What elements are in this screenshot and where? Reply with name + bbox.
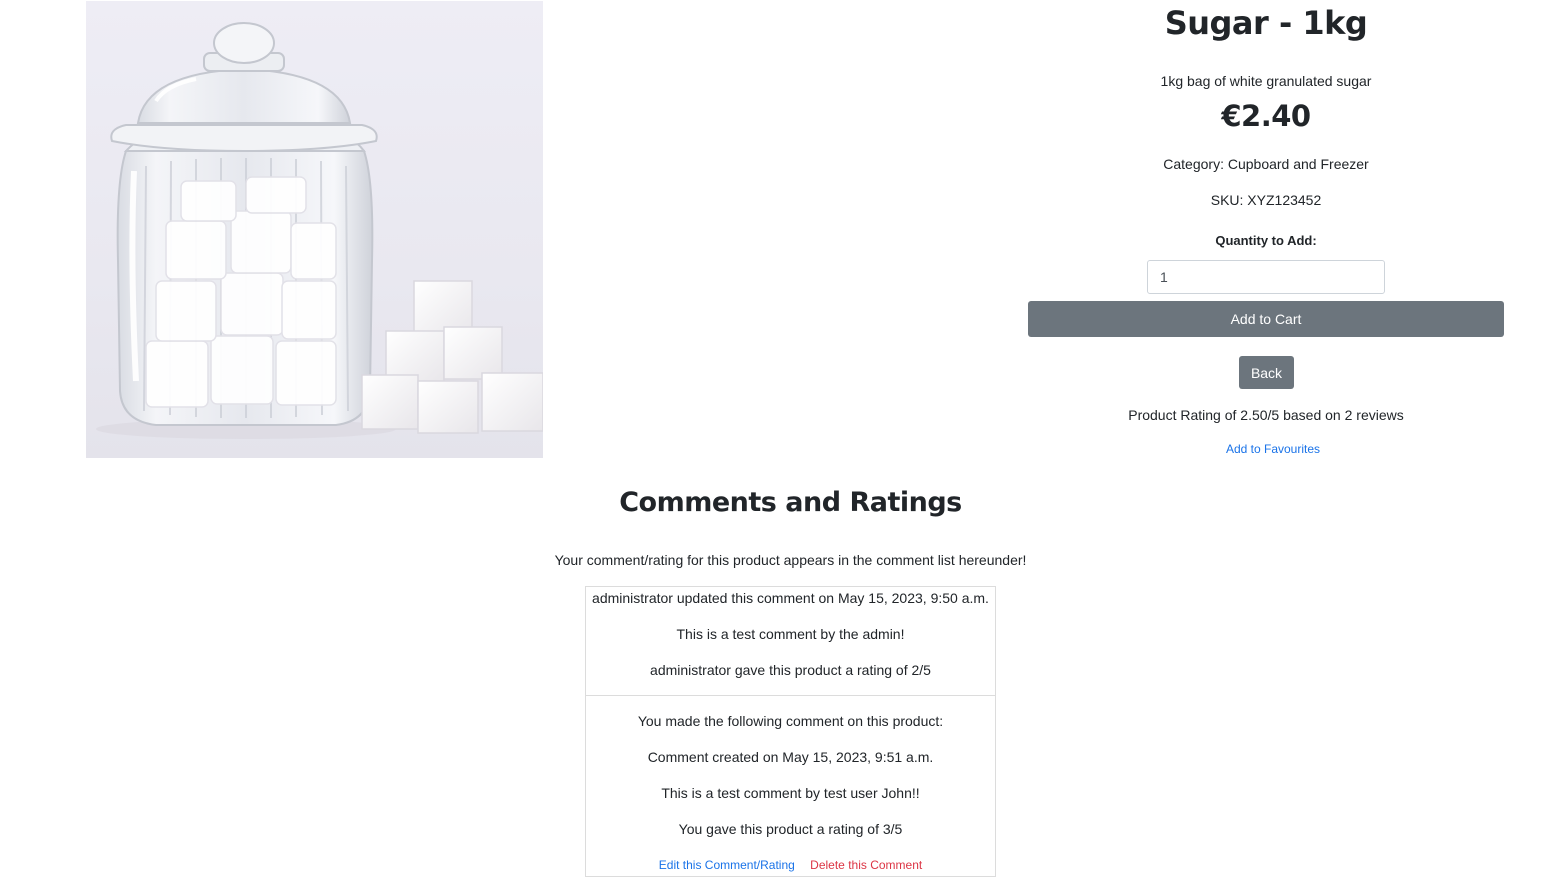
product-price: €2.40 xyxy=(1221,99,1311,133)
product-detail-page: Sugar - 1kg 1kg bag of white granulated … xyxy=(0,0,1567,878)
quantity-input[interactable] xyxy=(1147,260,1385,294)
comment-body: This is a test comment by test user John… xyxy=(661,785,920,801)
back-button[interactable]: Back xyxy=(1239,356,1294,389)
comments-heading: Comments and Ratings xyxy=(619,487,962,518)
comment-header: administrator updated this comment on Ma… xyxy=(592,590,989,606)
add-to-favourites-link[interactable]: Add to Favourites xyxy=(1028,441,1504,457)
comment-divider xyxy=(586,695,995,696)
product-category: Category: Cupboard and Freezer xyxy=(1163,156,1369,172)
product-title: Sugar - 1kg xyxy=(1164,4,1368,42)
comment-intro: You made the following comment on this p… xyxy=(637,713,944,729)
comments-note: Your comment/rating for this product app… xyxy=(554,552,1027,568)
product-sku: SKU: XYZ123452 xyxy=(1210,192,1322,208)
quantity-label: Quantity to Add: xyxy=(1215,233,1317,248)
product-image xyxy=(86,1,543,458)
sugar-jar-photo xyxy=(96,22,543,439)
comment-rating: You gave this product a rating of 3/5 xyxy=(678,821,903,837)
delete-comment-link[interactable]: Delete this Comment xyxy=(810,858,922,872)
comment-header: Comment created on May 15, 2023, 9:51 a.… xyxy=(647,749,934,765)
product-rating-summary: Product Rating of 2.50/5 based on 2 revi… xyxy=(1128,407,1404,423)
edit-comment-link[interactable]: Edit this Comment/Rating xyxy=(659,858,795,872)
comment-list: administrator updated this comment on Ma… xyxy=(585,586,996,877)
comment-body: This is a test comment by the admin! xyxy=(676,626,905,642)
comment-rating: administrator gave this product a rating… xyxy=(650,662,931,678)
add-to-cart-button[interactable]: Add to Cart xyxy=(1028,301,1504,337)
comment-actions: Edit this Comment/Rating Delete this Com… xyxy=(586,857,995,873)
product-description: 1kg bag of white granulated sugar xyxy=(1160,73,1372,89)
